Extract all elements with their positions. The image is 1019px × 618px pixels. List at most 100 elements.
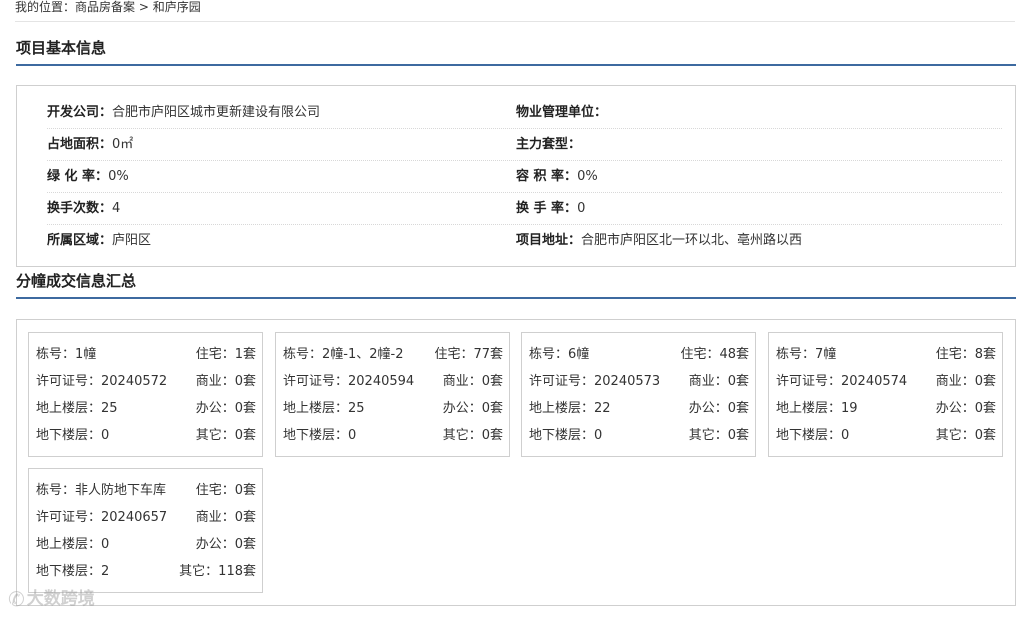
transfer-count-field: 换手次数：4 [47,193,120,225]
address-label: 项目地址： [516,233,582,248]
residential-count: 住宅：8套 [935,347,996,362]
card-row: 栋号：6幢 住宅：48套 [529,341,749,368]
floors-below: 地下楼层：0 [776,428,850,443]
card-row: 许可证号：20240572 商业：0套 [36,368,256,395]
district-label: 所属区域： [47,233,113,248]
floors-above: 地上楼层：0 [36,537,110,552]
office-count: 办公：0套 [688,401,749,416]
residential-count: 住宅：77套 [434,347,503,362]
commercial-count: 商业：0套 [935,374,996,389]
floors-below: 地下楼层：2 [36,564,110,579]
basic-info-section-title: 项目基本信息 [16,38,1016,66]
district-field: 所属区域：庐阳区 [47,225,151,257]
land-area-label: 占地面积： [47,137,113,152]
building-card: 栋号：7幢 住宅：8套 许可证号：20240574 商业：0套 地上楼层：19 … [768,332,1003,457]
basic-info-title: 项目基本信息 [16,39,107,57]
card-row: 许可证号：20240574 商业：0套 [776,368,996,395]
commercial-count: 商业：0套 [195,510,256,525]
office-count: 办公：0套 [195,401,256,416]
info-row: 开发公司：合肥市庐阳区城市更新建设有限公司 物业管理单位： [47,97,1002,129]
building-number: 栋号：6幢 [529,347,590,362]
card-row: 地下楼层：0 其它：0套 [529,422,749,449]
address-field: 项目地址：合肥市庐阳区北一环以北、亳州路以西 [516,225,802,257]
residential-count: 住宅：0套 [195,483,256,498]
plot-ratio-value: 0% [577,169,598,184]
green-rate-value: 0% [108,169,129,184]
card-row: 地下楼层：0 其它：0套 [776,422,996,449]
watermark-text: 大数跨境 [26,589,95,609]
residential-count: 住宅：1套 [195,347,256,362]
card-row: 地下楼层：0 其它：0套 [36,422,256,449]
card-row: 地上楼层：25 办公：0套 [36,395,256,422]
permit-number: 许可证号：20240573 [529,374,661,389]
card-row: 地上楼层：0 办公：0套 [36,531,256,558]
property-mgmt-label: 物业管理单位： [516,105,608,120]
office-count: 办公：0套 [442,401,503,416]
card-row: 许可证号：20240657 商业：0套 [36,504,256,531]
card-row: 地上楼层：19 办公：0套 [776,395,996,422]
turnover-rate-field: 换 手 率：0 [516,193,585,225]
building-number: 栋号：7幢 [776,347,837,362]
plot-ratio-field: 容 积 率：0% [516,161,598,193]
info-row: 所属区域：庐阳区 项目地址：合肥市庐阳区北一环以北、亳州路以西 [47,225,1002,257]
building-card: 栋号：非人防地下车库 住宅：0套 许可证号：20240657 商业：0套 地上楼… [28,468,263,593]
commercial-count: 商业：0套 [442,374,503,389]
building-number: 栋号：1幢 [36,347,97,362]
green-rate-field: 绿 化 率：0% [47,161,129,193]
building-summary-panel: 栋号：1幢 住宅：1套 许可证号：20240572 商业：0套 地上楼层：25 … [16,319,1016,606]
card-row: 地下楼层：0 其它：0套 [283,422,503,449]
floors-above: 地上楼层：25 [36,401,118,416]
floors-below: 地下楼层：0 [529,428,603,443]
floors-above: 地上楼层：25 [283,401,365,416]
card-row: 栋号：1幢 住宅：1套 [36,341,256,368]
building-number: 栋号：非人防地下车库 [36,483,167,498]
breadcrumb-trail[interactable]: 商品房备案 > 和庐序园 [75,0,201,14]
other-count: 其它：0套 [442,428,503,443]
info-row: 占地面积：0㎡ 主力套型： [47,129,1002,161]
other-count: 其它：0套 [935,428,996,443]
floors-below: 地下楼层：0 [283,428,357,443]
building-card: 栋号：2幢-1、2幢-2 住宅：77套 许可证号：20240594 商业：0套 … [275,332,510,457]
watermark: ✆ 大数跨境 [8,586,95,612]
office-count: 办公：0套 [195,537,256,552]
turnover-rate-value: 0 [577,201,586,216]
residential-count: 住宅：48套 [680,347,749,362]
building-number: 栋号：2幢-1、2幢-2 [283,347,404,362]
land-area-value: 0㎡ [112,137,134,152]
other-count: 其它：0套 [195,428,256,443]
breadcrumb: 我的位置：商品房备案 > 和庐序园 [15,0,1015,22]
commercial-count: 商业：0套 [688,374,749,389]
developer-field: 开发公司：合肥市庐阳区城市更新建设有限公司 [47,97,320,129]
other-count: 其它：118套 [179,564,256,579]
main-type-label: 主力套型： [516,137,582,152]
developer-label: 开发公司： [47,105,113,120]
main-type-field: 主力套型： [516,129,581,161]
floors-above: 地上楼层：22 [529,401,611,416]
transfer-count-label: 换手次数： [47,201,113,216]
office-count: 办公：0套 [935,401,996,416]
permit-number: 许可证号：20240574 [776,374,908,389]
permit-number: 许可证号：20240572 [36,374,168,389]
card-row: 地下楼层：2 其它：118套 [36,558,256,585]
turnover-rate-label: 换 手 率： [516,201,578,216]
card-row: 地上楼层：22 办公：0套 [529,395,749,422]
developer-value: 合肥市庐阳区城市更新建设有限公司 [112,105,321,120]
permit-number: 许可证号：20240594 [283,374,415,389]
address-value: 合肥市庐阳区北一环以北、亳州路以西 [581,233,803,248]
plot-ratio-label: 容 积 率： [516,169,578,184]
district-value: 庐阳区 [112,233,152,248]
commercial-count: 商业：0套 [195,374,256,389]
card-row: 栋号：非人防地下车库 住宅：0套 [36,477,256,504]
card-row: 栋号：2幢-1、2幢-2 住宅：77套 [283,341,503,368]
land-area-field: 占地面积：0㎡ [47,129,133,161]
card-row: 许可证号：20240594 商业：0套 [283,368,503,395]
info-row: 绿 化 率：0% 容 积 率：0% [47,161,1002,193]
transfer-count-value: 4 [112,201,121,216]
permit-number: 许可证号：20240657 [36,510,168,525]
floors-below: 地下楼层：0 [36,428,110,443]
other-count: 其它：0套 [688,428,749,443]
floors-above: 地上楼层：19 [776,401,858,416]
chat-bubble-icon: ✆ [8,587,25,611]
building-card: 栋号：6幢 住宅：48套 许可证号：20240573 商业：0套 地上楼层：22… [521,332,756,457]
units-section-title: 分幢成交信息汇总 [16,271,1016,299]
